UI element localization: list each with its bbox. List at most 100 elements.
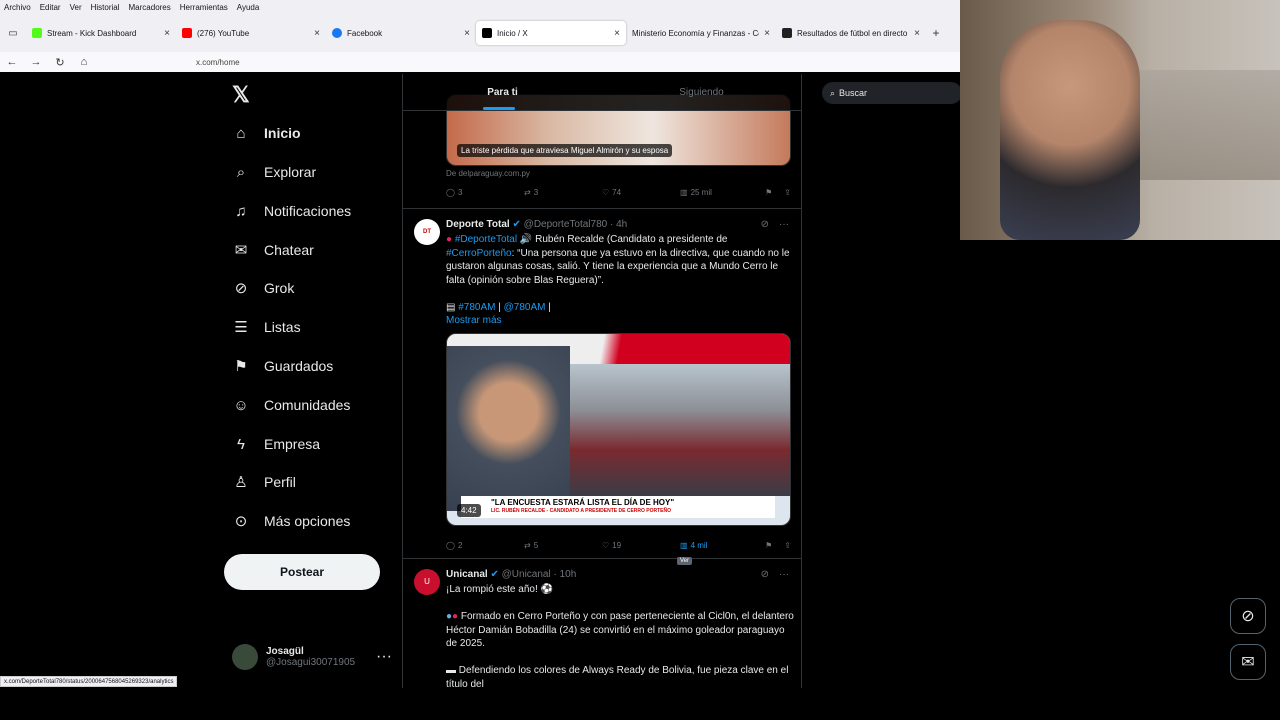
author-name[interactable]: Deporte Total <box>446 219 510 230</box>
grok-float-button[interactable]: ⊘ <box>1230 598 1266 634</box>
views-button[interactable]: ▥ 4 mil <box>680 541 764 550</box>
close-icon[interactable]: × <box>614 28 620 39</box>
close-icon[interactable]: × <box>764 28 770 39</box>
bell-icon: ♫ <box>235 202 247 220</box>
nav-notificaciones[interactable]: ♫ Notificaciones <box>232 196 351 226</box>
more-circle-icon: ⊙ <box>234 513 248 530</box>
menu-herramientas[interactable]: Herramientas <box>180 3 228 12</box>
post-top-icons: ⊘ ··· <box>761 219 789 230</box>
forward-icon[interactable]: → <box>24 56 48 68</box>
tab-siguiendo[interactable]: Siguiendo <box>602 74 801 110</box>
avatar[interactable]: DT <box>414 219 440 245</box>
hashtag-link[interactable]: #CerroPorteño <box>446 248 512 259</box>
tab-para-ti[interactable]: Para ti <box>403 74 602 110</box>
reply-button[interactable]: ◯ 3 <box>446 188 524 197</box>
speaker-icon: 🔊 <box>519 234 533 245</box>
reload-icon[interactable]: ↻ <box>48 56 72 69</box>
status-bar-url: x.com/DeporteTotal780/status/20006475680… <box>0 676 178 687</box>
post-deporte-total[interactable]: DT Deporte Total ✔ @DeporteTotal780 · 4h… <box>403 209 801 565</box>
search-placeholder: Buscar <box>839 88 868 98</box>
post-actions: ◯ 3 ⇄ 3 ♡ 74 ▥ 25 mil ⚑ ⇪ <box>446 188 791 197</box>
person-image <box>1000 20 1140 240</box>
menu-ayuda[interactable]: Ayuda <box>237 3 260 12</box>
chart-icon: ▥ <box>680 188 688 197</box>
search-input[interactable]: ⌕ Buscar <box>822 82 960 104</box>
menu-archivo[interactable]: Archivo <box>4 3 31 12</box>
nav-perfil[interactable]: ♙ Perfil <box>232 467 296 497</box>
close-icon[interactable]: × <box>314 28 320 39</box>
post-video[interactable]: "LA ENCUESTA ESTARÁ LISTA EL DÍA DE HOY"… <box>446 333 791 526</box>
soccer-ball-icon: ⚽ <box>540 584 553 595</box>
mention-link[interactable]: @780AM <box>504 302 546 313</box>
nav-inicio[interactable]: ⌂ Inicio <box>232 118 300 148</box>
menu-historial[interactable]: Historial <box>91 3 120 12</box>
repost-button[interactable]: ⇄ 3 <box>524 188 602 197</box>
close-icon[interactable]: × <box>164 28 170 39</box>
nav-grok[interactable]: ⊘ Grok <box>232 273 295 303</box>
messages-float-button[interactable]: ✉ <box>1230 644 1266 680</box>
bookmark-icon[interactable]: ⚑ <box>765 541 772 550</box>
hashtag-link[interactable]: #780AM <box>458 302 495 313</box>
menu-editar[interactable]: Editar <box>40 3 61 12</box>
youtube-icon <box>182 28 192 38</box>
nav-mas-opciones[interactable]: ⊙ Más opciones <box>232 506 351 536</box>
reply-button[interactable]: ◯ 2 <box>446 541 524 550</box>
close-icon[interactable]: × <box>914 28 920 39</box>
close-icon[interactable]: × <box>464 28 470 39</box>
menu-marcadores[interactable]: Marcadores <box>129 3 171 12</box>
avatar[interactable]: U <box>414 569 440 595</box>
show-more-link[interactable]: Mostrar más <box>446 315 502 326</box>
grok-icon[interactable]: ⊘ <box>761 219 769 230</box>
more-icon[interactable]: ··· <box>779 569 789 580</box>
hashtag-link[interactable]: #DeporteTotal <box>455 234 517 245</box>
bookmark-icon[interactable]: ⚑ <box>765 188 772 197</box>
x-logo-icon[interactable]: 𝕏 <box>232 82 250 108</box>
back-icon[interactable]: ← <box>0 56 24 68</box>
menu-ver[interactable]: Ver <box>70 3 82 12</box>
nav-chatear[interactable]: ✉ Chatear <box>232 235 314 265</box>
tab-kick[interactable]: Stream - Kick Dashboard × <box>26 21 176 45</box>
red-circle-icon: ● <box>452 611 459 622</box>
tab-resultados[interactable]: Resultados de fútbol en directo × <box>776 21 926 45</box>
post-unicanal[interactable]: U Unicanal ✔ @Unicanal · 10h ⊘ ··· ¡La ro… <box>403 559 801 688</box>
share-icon[interactable]: ⇪ <box>784 188 791 197</box>
tab-youtube[interactable]: (276) YouTube × <box>176 21 326 45</box>
nav-listas[interactable]: ☰ Listas <box>232 312 300 342</box>
more-icon[interactable]: ··· <box>779 219 789 230</box>
reply-icon: ◯ <box>446 541 455 550</box>
url-bar: ← → ↻ ⌂ x.com/home <box>0 52 960 72</box>
like-button[interactable]: ♡ 19 <box>602 541 680 550</box>
tab-ministerio[interactable]: Ministerio Economía y Finanzas - Co × <box>626 21 776 45</box>
nav-explorar[interactable]: ⌕ Explorar <box>232 157 316 187</box>
search-icon: ⌕ <box>236 163 246 181</box>
bookmark-icon: ⚑ <box>234 358 248 375</box>
repost-icon: ⇄ <box>524 188 531 197</box>
post-button[interactable]: Postear <box>224 554 380 590</box>
verified-icon: ✔ <box>512 219 521 230</box>
nav-guardados[interactable]: ⚑ Guardados <box>232 351 333 381</box>
nav-empresa[interactable]: ϟ Empresa <box>232 429 320 459</box>
tab-facebook[interactable]: Facebook × <box>326 21 476 45</box>
lightning-icon: ϟ <box>237 435 245 453</box>
account-switcher[interactable]: Josagül @Josagui30071905 ··· <box>232 644 392 670</box>
author-handle[interactable]: @Unicanal · 10h <box>502 569 577 580</box>
author-name[interactable]: Unicanal <box>446 569 488 580</box>
verified-icon: ✔ <box>490 569 499 580</box>
share-icon[interactable]: ⇪ <box>784 541 791 550</box>
views-button[interactable]: ▥ 25 mil <box>680 188 764 197</box>
repost-button[interactable]: ⇄ 5 <box>524 541 602 550</box>
tab-x[interactable]: Inicio / X × <box>476 21 626 45</box>
tab-list-icon[interactable]: ▭ <box>0 28 26 39</box>
author-handle[interactable]: @DeporteTotal780 · 4h <box>524 219 628 230</box>
grok-icon[interactable]: ⊘ <box>761 569 769 580</box>
post-text: ¡La rompió este año! ⚽ ●● Formado en Cer… <box>446 584 794 688</box>
new-tab-icon[interactable]: + <box>926 26 946 40</box>
more-icon[interactable]: ··· <box>376 648 392 666</box>
heart-icon: ♡ <box>602 541 610 550</box>
post-actions: ◯ 2 ⇄ 5 ♡ 19 ▥ 4 mil ⚑ ⇪ <box>446 541 791 550</box>
nav-comunidades[interactable]: ☺ Comunidades <box>232 390 350 420</box>
link-source[interactable]: De delparaguay.com.py <box>446 169 530 178</box>
like-button[interactable]: ♡ 74 <box>602 188 680 197</box>
home-icon[interactable]: ⌂ <box>72 56 96 68</box>
address-input[interactable]: x.com/home <box>196 58 240 67</box>
